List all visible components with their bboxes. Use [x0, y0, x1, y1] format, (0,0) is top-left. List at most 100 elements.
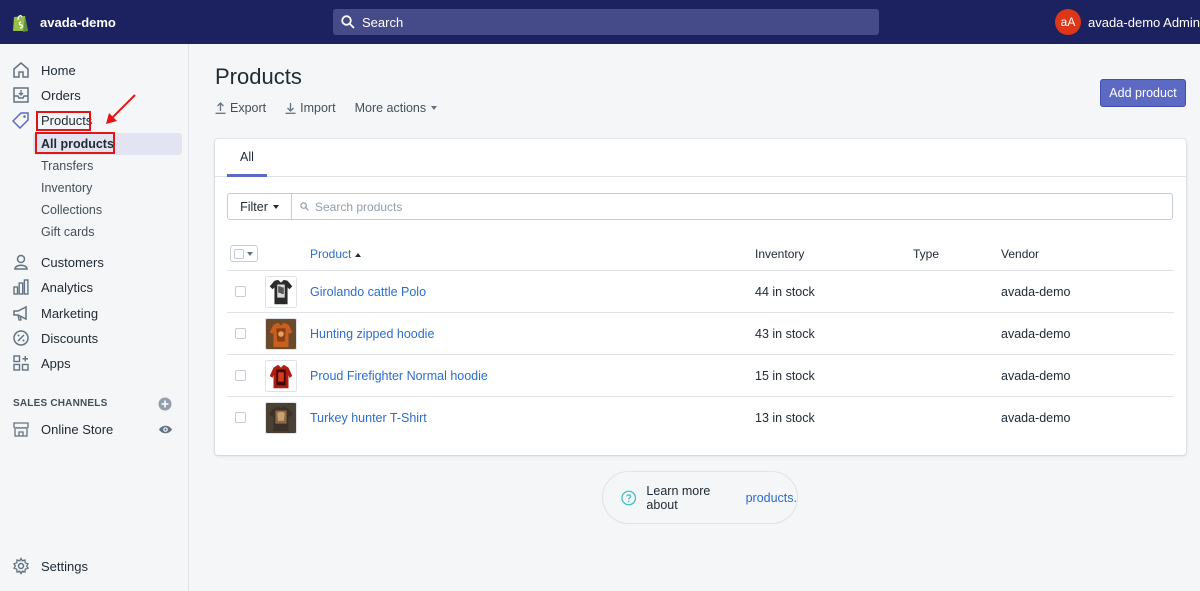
sidebar-item-label: Apps	[41, 355, 71, 371]
product-name-link[interactable]: Turkey hunter T-Shirt	[310, 411, 427, 425]
table-row[interactable]: Turkey hunter T-Shirt 13 in stock avada-…	[227, 396, 1174, 438]
sidebar-item-analytics[interactable]: Analytics	[0, 276, 189, 298]
hoodie-image-icon	[266, 319, 296, 349]
export-label: Export	[230, 101, 267, 115]
sidebar-subitem-transfers[interactable]: Transfers	[33, 155, 182, 177]
store-name: avada-demo	[40, 14, 116, 30]
sidebar-item-label: Discounts	[41, 330, 99, 346]
sidebar-item-label: Settings	[41, 558, 88, 574]
filter-label: Filter	[240, 199, 268, 214]
table-row[interactable]: Girolando cattle Polo 44 in stock avada-…	[227, 270, 1174, 312]
product-name-link[interactable]: Girolando cattle Polo	[310, 285, 426, 299]
product-thumbnail[interactable]	[265, 360, 297, 392]
product-thumbnail[interactable]	[265, 318, 297, 350]
sidebar-item-label: Home	[41, 62, 76, 78]
add-channel-icon[interactable]	[158, 397, 172, 411]
page-title: Products	[215, 64, 302, 89]
export-button[interactable]: Export	[215, 101, 266, 115]
top-bar: avada-demo Search aA avada-demo Admin	[0, 0, 1200, 44]
sidebar-item-label: Customers	[41, 254, 104, 270]
shirt-image-icon	[269, 279, 293, 305]
product-thumbnail[interactable]	[265, 402, 297, 434]
product-search-box	[291, 193, 1173, 220]
column-header-inventory: Inventory	[755, 247, 805, 261]
apps-icon	[13, 355, 29, 371]
export-icon	[215, 102, 226, 114]
product-vendor: avada-demo	[1001, 411, 1071, 425]
global-search[interactable]: Search	[333, 9, 879, 35]
person-icon	[14, 254, 28, 270]
sidebar-item-orders[interactable]: Orders	[0, 84, 189, 106]
sort-ascending-icon	[355, 252, 362, 257]
global-search-placeholder: Search	[362, 14, 404, 30]
page-actions: Export Import More actions	[215, 101, 456, 115]
sidebar-subitem-collections[interactable]: Collections	[33, 199, 182, 221]
sidebar-item-home[interactable]: Home	[0, 59, 189, 81]
annotation-arrow-icon	[106, 94, 136, 124]
sidebar-item-discounts[interactable]: Discounts	[0, 327, 189, 349]
sidebar-item-label: Marketing	[41, 305, 99, 321]
product-vendor: avada-demo	[1001, 285, 1071, 299]
filter-button[interactable]: Filter	[227, 193, 292, 220]
sidebar-subitem-inventory[interactable]: Inventory	[33, 177, 182, 199]
sidebar-item-label: Online Store	[41, 421, 114, 437]
sidebar-item-apps[interactable]: Apps	[0, 352, 189, 374]
product-thumbnail[interactable]	[265, 276, 297, 308]
search-icon	[300, 202, 309, 211]
learn-more-callout: Learn more about products.	[602, 471, 798, 524]
discount-icon	[13, 330, 29, 346]
import-icon	[285, 103, 296, 114]
tag-icon	[12, 112, 29, 129]
gear-icon	[13, 557, 29, 575]
help-icon	[621, 490, 637, 505]
table-row[interactable]: Hunting zipped hoodie 43 in stock avada-…	[227, 312, 1174, 354]
annotation-highlight-products	[36, 111, 91, 131]
sidebar-item-label: Orders	[41, 87, 81, 103]
row-checkbox[interactable]	[235, 370, 246, 381]
learn-more-link[interactable]: products.	[746, 491, 797, 505]
more-actions-button[interactable]: More actions	[355, 101, 438, 115]
sidebar-subitem-gift-cards[interactable]: Gift cards	[33, 221, 182, 243]
table-row[interactable]: Proud Firefighter Normal hoodie 15 in st…	[227, 354, 1174, 396]
row-checkbox[interactable]	[235, 328, 246, 339]
add-product-button[interactable]: Add product	[1100, 79, 1186, 107]
sales-channels-title: SALES CHANNELS	[13, 398, 108, 409]
sidebar: Home Orders Products All products Transf…	[0, 44, 189, 591]
sidebar-item-label: Analytics	[41, 279, 94, 295]
user-menu[interactable]: aA avada-demo Admin	[1054, 0, 1200, 44]
product-vendor: avada-demo	[1001, 327, 1071, 341]
column-header-product[interactable]: Product	[310, 247, 362, 261]
product-inventory: 44 in stock	[755, 285, 815, 299]
column-header-type: Type	[913, 247, 940, 261]
shopify-bag-icon	[13, 14, 28, 32]
product-vendor: avada-demo	[1001, 369, 1071, 383]
column-header-vendor: Vendor	[1001, 247, 1040, 261]
sidebar-item-marketing[interactable]: Marketing	[0, 302, 189, 324]
eye-icon[interactable]	[158, 422, 173, 437]
orders-icon	[13, 87, 29, 103]
avatar: aA	[1054, 9, 1081, 35]
megaphone-icon	[13, 305, 27, 321]
user-name: avada-demo Admin	[1087, 14, 1200, 30]
product-name-link[interactable]: Hunting zipped hoodie	[310, 327, 434, 341]
tab-all[interactable]: All	[227, 139, 267, 177]
row-checkbox[interactable]	[235, 286, 246, 297]
store-brand[interactable]: avada-demo	[0, 0, 333, 44]
tshirt-image-icon	[266, 403, 296, 433]
learn-more-text: Learn more about	[646, 483, 711, 512]
sidebar-item-settings[interactable]: Settings	[0, 555, 189, 577]
chevron-down-icon	[431, 106, 438, 110]
sidebar-item-products[interactable]: Products	[0, 109, 189, 131]
import-button[interactable]: Import	[285, 101, 336, 115]
product-name-link[interactable]: Proud Firefighter Normal hoodie	[310, 369, 488, 383]
row-checkbox[interactable]	[235, 412, 246, 423]
products-card: All Filter Product Inventory Type Vendor	[215, 139, 1186, 455]
sidebar-item-customers[interactable]: Customers	[0, 251, 189, 273]
search-products-input[interactable]	[315, 199, 1115, 214]
import-label: Import	[300, 101, 336, 115]
product-inventory: 43 in stock	[755, 327, 815, 341]
tab-bar: All	[215, 139, 1186, 177]
product-inventory: 13 in stock	[755, 411, 815, 425]
chevron-down-icon	[272, 204, 279, 209]
product-inventory: 15 in stock	[755, 369, 815, 383]
